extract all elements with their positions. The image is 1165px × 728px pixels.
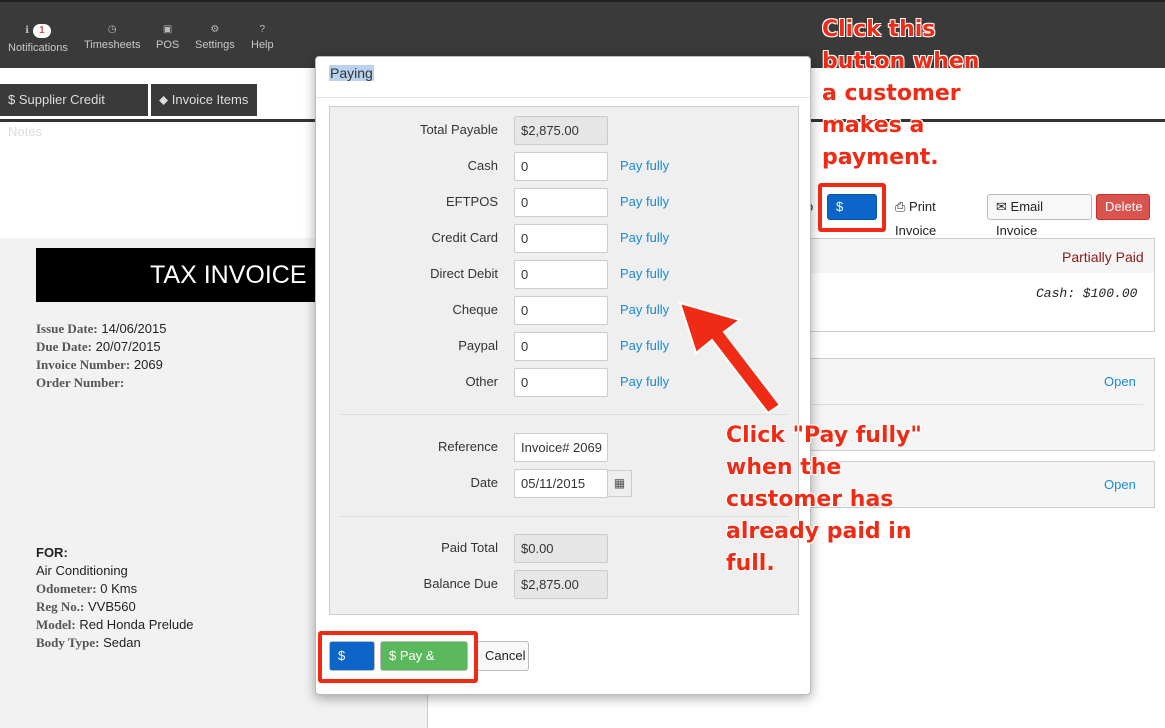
annotation-line: button when xyxy=(822,49,980,74)
annotation-arrow xyxy=(678,301,782,415)
annotation-line: full. xyxy=(726,551,775,576)
annotation-line: already paid in xyxy=(726,519,912,544)
annotation-line: Click this xyxy=(822,17,936,42)
annotation-line: payment. xyxy=(822,145,939,170)
annotation-line: customer has xyxy=(726,487,894,512)
annotation-pay-fully: Click "Pay fully" when the customer has … xyxy=(726,420,922,580)
annotation-line: when the xyxy=(726,455,842,480)
annotation-line: makes a xyxy=(822,113,925,138)
annotation-line: a customer xyxy=(822,81,961,106)
annotation-pay-button: Click this button when a customer makes … xyxy=(822,14,979,174)
annotation-line: Click "Pay fully" xyxy=(726,423,922,448)
arrow-shape xyxy=(678,301,782,415)
